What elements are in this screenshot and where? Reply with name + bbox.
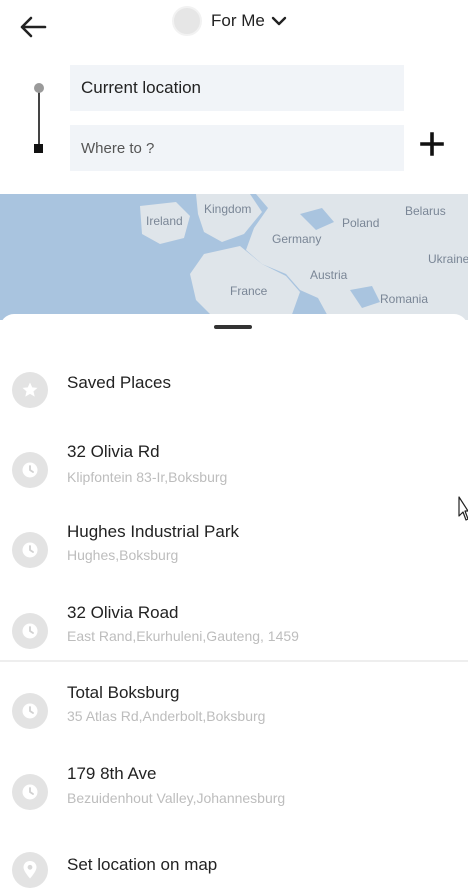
saved-places-row[interactable]: Saved Places (0, 364, 468, 414)
clock-icon (12, 693, 48, 729)
clock-icon (12, 774, 48, 810)
route-line (38, 90, 40, 148)
map-label: Poland (342, 216, 380, 230)
add-stop-button[interactable] (418, 130, 446, 158)
rider-label: For Me (211, 11, 265, 30)
drag-handle[interactable] (214, 325, 252, 329)
places-sheet: Saved Places 32 Olivia Rd Klipfontein 83… (0, 314, 468, 896)
header: For Me (0, 0, 468, 194)
clock-icon (12, 613, 48, 649)
recent-place-row[interactable]: 32 Olivia Road East Rand,Ekurhuleni,Gaut… (0, 595, 468, 659)
set-location-on-map-row[interactable]: Set location on map (0, 846, 468, 896)
map-label: Belarus (405, 204, 446, 218)
place-subtitle: Hughes,Boksburg (67, 547, 179, 563)
recent-place-row[interactable]: Total Boksburg 35 Atlas Rd,Anderbolt,Bok… (0, 675, 468, 739)
map-label: Kingdom (204, 202, 252, 216)
map-label: Germany (272, 232, 322, 246)
place-subtitle: East Rand,Ekurhuleni,Gauteng, 1459 (67, 628, 299, 644)
destination-input[interactable] (70, 125, 404, 171)
place-title: 32 Olivia Rd (67, 442, 160, 461)
clock-icon (12, 532, 48, 568)
chevron-down-icon (271, 15, 287, 27)
divider (0, 660, 468, 662)
recent-place-row[interactable]: Hughes Industrial Park Hughes,Boksburg (0, 514, 468, 578)
rider-selector[interactable]: For Me (172, 6, 287, 36)
plus-icon (420, 132, 444, 156)
place-title: Total Boksburg (67, 683, 180, 702)
recent-place-row[interactable]: 179 8th Ave Bezuidenhout Valley,Johannes… (0, 756, 468, 820)
place-title: Saved Places (67, 373, 171, 392)
map-label: Ukraine (428, 252, 468, 266)
star-icon (12, 372, 48, 408)
place-subtitle: 35 Atlas Rd,Anderbolt,Boksburg (67, 708, 266, 724)
place-title: 32 Olivia Road (67, 603, 179, 622)
map-label: France (230, 284, 268, 298)
arrow-left-icon (20, 16, 47, 38)
map-label: Ireland (146, 214, 183, 228)
recent-place-row[interactable]: 32 Olivia Rd Klipfontein 83-Ir,Boksburg (0, 434, 468, 498)
route-start-dot (34, 83, 44, 93)
clock-icon (12, 452, 48, 488)
place-title: Hughes Industrial Park (67, 522, 239, 541)
place-title: Set location on map (67, 855, 218, 874)
back-button[interactable] (16, 10, 50, 44)
map-preview[interactable]: Ireland Kingdom Germany Poland Belarus U… (0, 194, 468, 320)
avatar (172, 6, 202, 36)
current-location-input[interactable] (70, 65, 404, 111)
place-title: 179 8th Ave (67, 764, 157, 783)
mouse-cursor-icon (458, 496, 468, 521)
map-pin-icon (12, 852, 48, 888)
place-subtitle: Klipfontein 83-Ir,Boksburg (67, 469, 228, 485)
map-label: Austria (310, 268, 348, 282)
map-label: Romania (380, 292, 429, 306)
route-end-square (34, 144, 43, 153)
place-subtitle: Bezuidenhout Valley,Johannesburg (67, 790, 286, 806)
